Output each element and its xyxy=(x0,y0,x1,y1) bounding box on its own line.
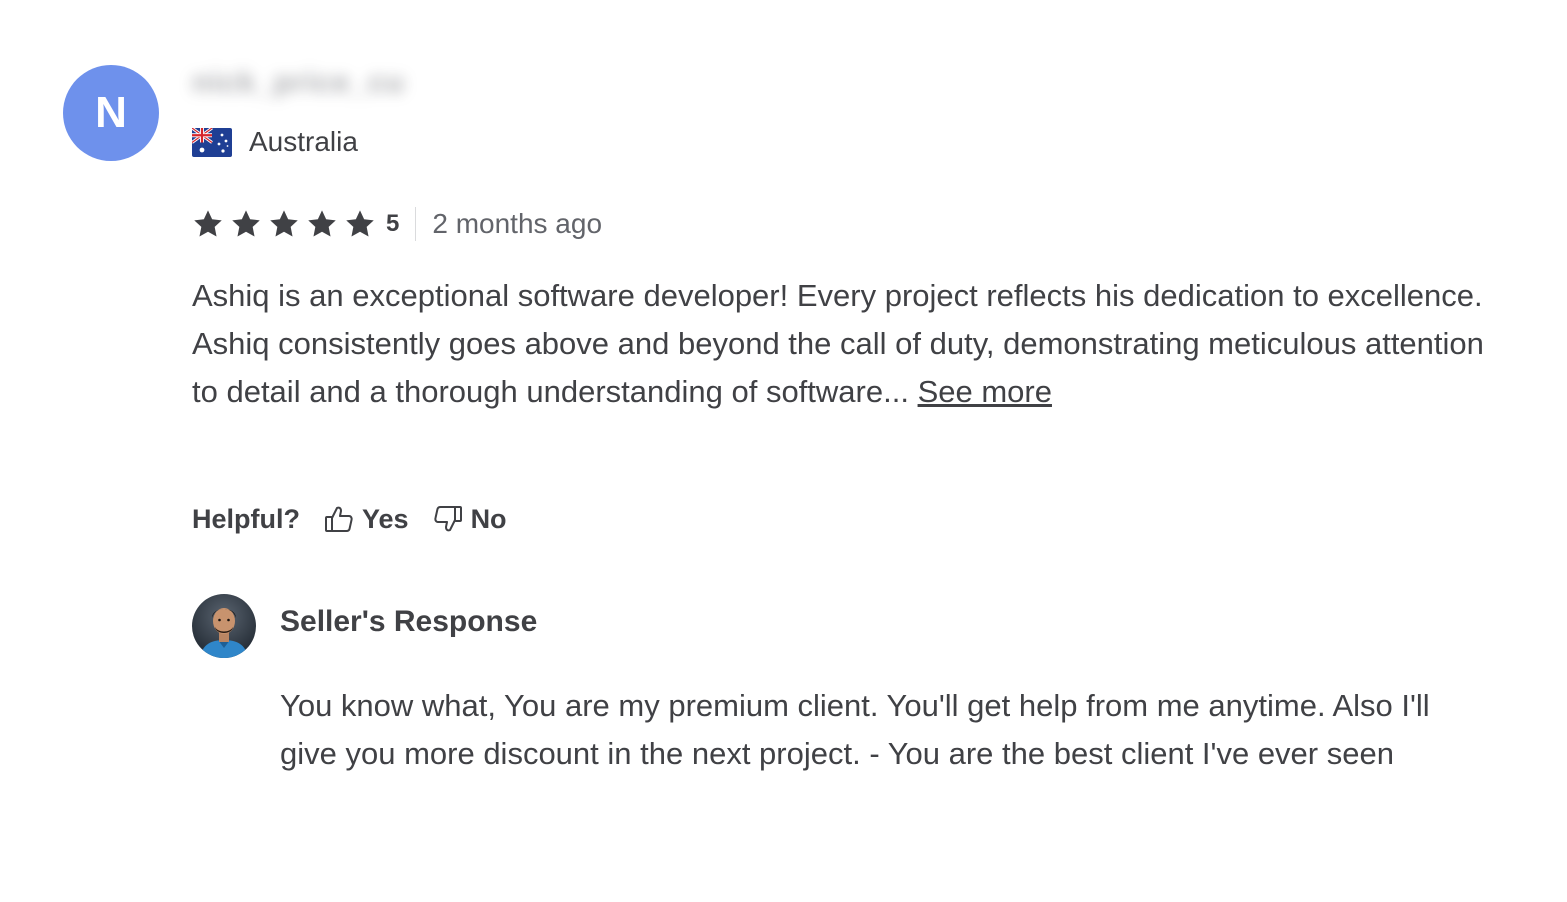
helpful-yes-button[interactable]: Yes xyxy=(324,504,409,535)
seller-photo xyxy=(192,594,256,658)
reviewer-username[interactable]: nick_price_cu xyxy=(192,66,405,100)
country-name: Australia xyxy=(249,126,358,157)
seller-response-title: Seller's Response xyxy=(280,605,538,638)
helpful-yes-label: Yes xyxy=(362,503,409,534)
thumbs-up-icon xyxy=(325,506,353,532)
star-icon xyxy=(308,210,336,237)
reviewer-country: Australia xyxy=(192,126,358,158)
star-icon xyxy=(232,210,260,237)
review-card: N nick_price_cu Australia 5 2 months ago xyxy=(0,0,1567,902)
review-body: Ashiq is an exceptional software develop… xyxy=(192,278,1484,409)
see-more-link[interactable]: See more xyxy=(918,374,1052,409)
helpful-no-label: No xyxy=(470,503,507,534)
divider xyxy=(415,207,417,241)
seller-avatar[interactable] xyxy=(192,594,256,658)
thumbs-down-icon xyxy=(433,506,462,532)
rating-row: 5 2 months ago xyxy=(192,204,602,244)
rating-value: 5 xyxy=(386,210,400,237)
australia-flag-icon xyxy=(192,127,232,157)
reviewer-avatar[interactable]: N xyxy=(63,65,159,161)
helpful-question: Helpful? xyxy=(192,503,300,534)
helpful-no-button[interactable]: No xyxy=(433,504,507,535)
star-rating xyxy=(192,208,376,240)
helpful-row: Helpful? Yes No xyxy=(192,500,531,538)
review-text: Ashiq is an exceptional software develop… xyxy=(192,272,1492,416)
star-icon xyxy=(270,210,298,237)
star-icon xyxy=(346,210,374,237)
star-icon xyxy=(194,210,222,237)
review-time: 2 months ago xyxy=(432,208,603,239)
seller-response-text: You know what, You are my premium client… xyxy=(280,688,1430,771)
